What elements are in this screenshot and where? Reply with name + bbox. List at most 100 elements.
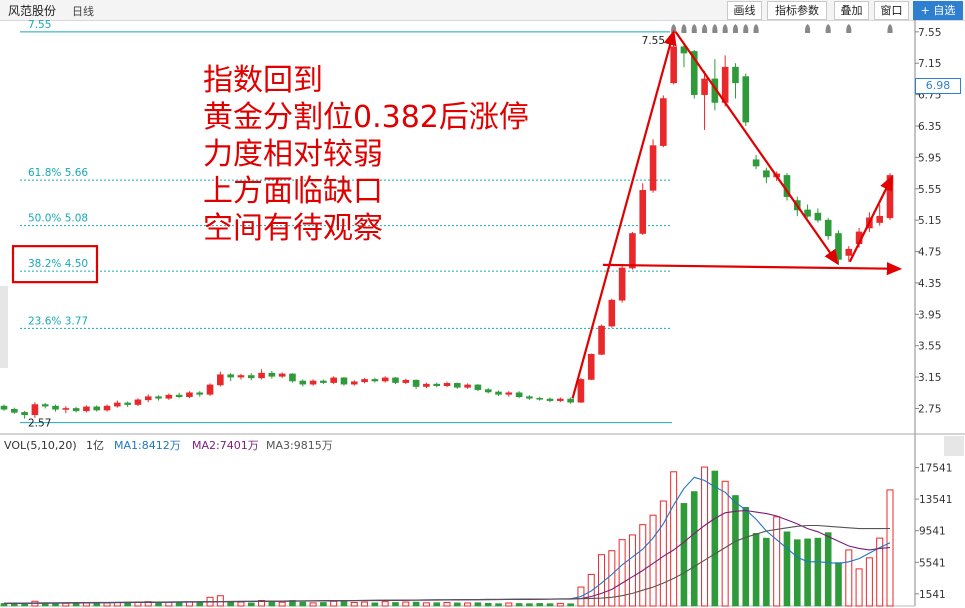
volume-bar (268, 601, 276, 607)
volume-bar (124, 602, 131, 607)
volume-bar (216, 595, 224, 607)
candle-body (670, 46, 677, 84)
volume-tick-label: 9541 (919, 526, 946, 538)
candle-body (763, 170, 770, 178)
candle-body (649, 145, 657, 191)
candle-body (423, 383, 430, 387)
volume-bar (361, 601, 369, 607)
candle-body (52, 405, 59, 410)
price-tick-label: 7.15 (918, 58, 941, 70)
volume-bar (247, 602, 255, 607)
volume-bar (299, 601, 307, 607)
volume-bar (701, 466, 709, 607)
volume-bar (175, 602, 183, 607)
volume-bar (721, 480, 729, 607)
volume-tick-label: 1541 (919, 589, 946, 601)
volume-bar (474, 602, 482, 607)
volume-bar (52, 603, 59, 607)
annotation-line: 上方面临缺口 (203, 174, 383, 209)
annotation-text: 指数回到 黄金分割位0.382后涨停 力度相对较弱 上方面临缺口 空间有待观察 (203, 62, 529, 247)
candle-body (103, 405, 111, 411)
candle-body (124, 402, 131, 405)
fib-level-label: 61.8% 5.66 (28, 167, 88, 179)
candle-body (618, 267, 626, 301)
candle-body (237, 375, 245, 378)
signal-marker-icon (701, 24, 708, 33)
candle-body (515, 392, 523, 397)
price-tick-label: 4.35 (918, 278, 941, 290)
volume-bar (824, 532, 832, 607)
candle-body (557, 398, 564, 401)
low-price-label: 2.57 (28, 418, 51, 430)
volume-bar (422, 602, 430, 607)
signal-marker-icon (681, 24, 687, 33)
annotation-line: 力度相对较弱 (203, 137, 383, 172)
signal-marker-icon (732, 24, 739, 33)
signal-marker-icon (691, 24, 697, 33)
volume-bar (567, 603, 574, 607)
candle-body (567, 398, 574, 403)
volume-bar (793, 539, 801, 607)
candle-body (598, 325, 605, 355)
candle-body (206, 384, 214, 395)
candle-body (371, 379, 379, 382)
rise-arrow (571, 29, 677, 399)
decline-arrow (674, 31, 839, 266)
left-scroll-handle[interactable] (0, 286, 8, 368)
candle-body (752, 159, 760, 167)
candle-body (629, 233, 636, 269)
volume-bar (855, 568, 863, 607)
volume-bar (41, 603, 49, 607)
candle-body (165, 394, 173, 399)
candle-body (155, 396, 162, 399)
price-tick-label: 5.95 (918, 152, 941, 164)
volume-indicator-label: VOL(5,10,20) (4, 439, 77, 452)
volume-bar (350, 601, 358, 607)
candle-body (217, 374, 224, 386)
panel-resize-handle[interactable] (944, 436, 964, 456)
volume-tick-label: 13541 (919, 494, 952, 506)
candle-body (443, 383, 451, 387)
volume-bar (690, 491, 698, 607)
volume-bar (237, 601, 245, 607)
volume-bar (196, 602, 204, 607)
volume-bar (381, 601, 389, 607)
price-tick-label: 6.35 (918, 121, 941, 133)
candle-body (72, 408, 80, 412)
volume-bar (845, 549, 853, 607)
volume-bar (814, 537, 822, 607)
volume-bar (454, 602, 461, 607)
candle-body (83, 406, 90, 412)
candle-body (258, 372, 265, 379)
candle-body (0, 405, 8, 410)
candle-body (21, 412, 28, 416)
signal-marker-icon (671, 24, 677, 33)
volume-bar (752, 533, 760, 607)
candle-body (732, 66, 739, 84)
volume-tick-label: 17541 (919, 463, 952, 475)
price-tick-label: 7.55 (918, 27, 941, 39)
candle-body (361, 379, 368, 383)
ma2-label: MA2:7401万 (192, 439, 259, 452)
candle-body (824, 219, 832, 237)
volume-bar (865, 557, 873, 607)
volume-bar (402, 601, 410, 607)
volume-bar (536, 603, 544, 607)
volume-bar (103, 602, 111, 607)
candle-body (835, 233, 842, 260)
price-tick-label: 3.95 (918, 309, 941, 321)
candle-body (577, 379, 585, 403)
signal-marker-icon (825, 24, 831, 33)
candle-body (845, 248, 853, 256)
candle-body (114, 402, 121, 407)
price-tick-label: 4.75 (918, 247, 941, 259)
candle-body (546, 398, 554, 401)
fib-level-label: 7.55 (28, 19, 51, 31)
high-price-label: 7.55 (642, 35, 665, 47)
fib-level-label: 50.0% 5.08 (28, 213, 88, 225)
candle-body (814, 212, 822, 221)
volume-bar (309, 602, 317, 607)
volume-bar (783, 531, 791, 607)
signal-marker-icon (712, 24, 718, 33)
signal-marker-icon (846, 24, 852, 33)
